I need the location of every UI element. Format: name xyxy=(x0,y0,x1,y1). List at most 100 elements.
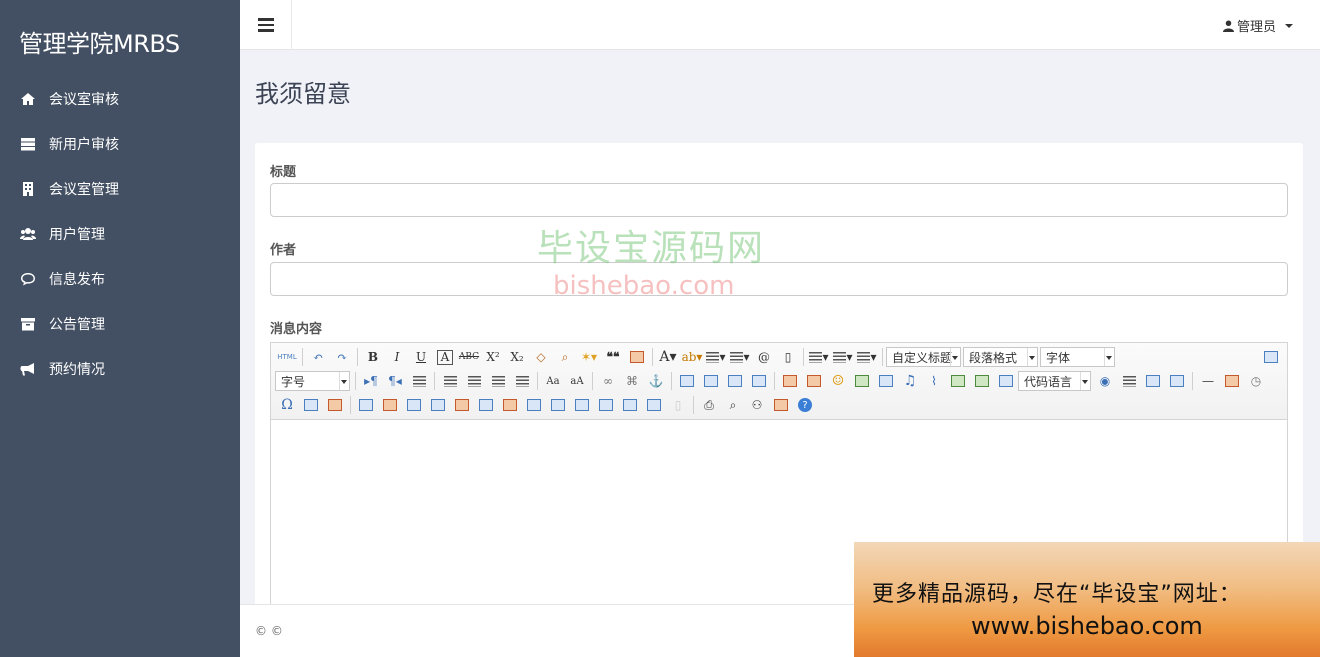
word-paste-icon[interactable] xyxy=(323,395,347,415)
split-to-cells-icon[interactable] xyxy=(594,395,618,415)
ordered-list-icon[interactable]: ▾ xyxy=(704,347,728,367)
underline-icon[interactable]: U xyxy=(409,347,433,367)
date-icon[interactable] xyxy=(1220,371,1244,391)
image-center-icon[interactable] xyxy=(747,371,771,391)
chart-icon[interactable]: ▯ xyxy=(666,395,690,415)
indent-icon[interactable] xyxy=(407,371,431,391)
brand-title[interactable]: 管理学院MRBS xyxy=(0,0,240,76)
insert-image-icon[interactable] xyxy=(802,371,826,391)
sidebar-toggle-button[interactable] xyxy=(240,0,292,50)
background-icon[interactable] xyxy=(1141,371,1165,391)
author-input[interactable] xyxy=(270,262,1288,296)
ltr-icon[interactable]: ▸¶ xyxy=(359,371,383,391)
insert-table-icon[interactable] xyxy=(354,395,378,415)
align-center-icon[interactable] xyxy=(462,371,486,391)
page-break-icon[interactable] xyxy=(1117,371,1141,391)
sidebar-item-room-review[interactable]: 会议室审核 xyxy=(0,76,240,121)
split-to-rows-icon[interactable] xyxy=(618,395,642,415)
preview-icon[interactable]: ⌕ xyxy=(721,395,745,415)
uppercase-icon[interactable]: Aa xyxy=(541,371,565,391)
insert-col-icon[interactable] xyxy=(474,395,498,415)
sidebar-item-publish-info[interactable]: 信息发布 xyxy=(0,256,240,301)
fullscreen-icon[interactable] xyxy=(1259,347,1283,367)
sidebar-item-notice-management[interactable]: 公告管理 xyxy=(0,301,240,346)
select-all-icon[interactable]: @ xyxy=(752,347,776,367)
image-left-icon[interactable] xyxy=(699,371,723,391)
italic-icon[interactable]: I xyxy=(385,347,409,367)
font-color-icon[interactable]: A▾ xyxy=(656,347,680,367)
row-spacing-bottom-icon[interactable]: ▾ xyxy=(831,347,855,367)
anchor-icon[interactable]: ⚓ xyxy=(644,371,668,391)
sidebar-item-new-user-review[interactable]: 新用户审核 xyxy=(0,121,240,166)
split-to-cols-icon[interactable] xyxy=(642,395,666,415)
insert-row-icon[interactable] xyxy=(426,395,450,415)
word-image-icon[interactable] xyxy=(299,395,323,415)
attachment-icon[interactable]: ⌇ xyxy=(922,371,946,391)
font-size-select[interactable]: 字号 xyxy=(275,371,350,391)
delete-table-icon[interactable] xyxy=(378,395,402,415)
paste-plain-icon[interactable] xyxy=(625,347,649,367)
ad-text-line1: 更多精品源码，尽在“毕设宝”网址： xyxy=(872,582,1242,607)
auto-format-icon[interactable]: ✶▾ xyxy=(577,347,601,367)
superscript-icon[interactable]: X² xyxy=(481,347,505,367)
merge-cells-icon[interactable] xyxy=(522,395,546,415)
help-icon[interactable]: ? xyxy=(798,398,812,412)
row-spacing-top-icon[interactable]: ▾ xyxy=(807,347,831,367)
merge-right-icon[interactable] xyxy=(546,395,570,415)
merge-down-icon[interactable] xyxy=(570,395,594,415)
delete-col-icon[interactable] xyxy=(498,395,522,415)
simple-upload-icon[interactable] xyxy=(778,371,802,391)
align-left-icon[interactable] xyxy=(438,371,462,391)
sidebar-item-user-management[interactable]: 用户管理 xyxy=(0,211,240,256)
web-app-icon[interactable]: ◉ xyxy=(1093,371,1117,391)
google-map-icon[interactable] xyxy=(970,371,994,391)
title-input[interactable] xyxy=(270,183,1288,217)
delete-row-icon[interactable] xyxy=(450,395,474,415)
highlight-color-icon[interactable]: ab▾ xyxy=(680,347,704,367)
rtl-icon[interactable]: ¶◂ xyxy=(383,371,407,391)
format-brush-icon[interactable]: ⌕ xyxy=(553,347,577,367)
paragraph-format-select[interactable]: 段落格式 xyxy=(963,347,1038,367)
code-language-select[interactable]: 代码语言 xyxy=(1018,371,1091,391)
redo-icon[interactable]: ↷ xyxy=(330,347,354,367)
ad-banner[interactable]: 更多精品源码，尽在“毕设宝”网址： www.bishebao.com xyxy=(854,542,1320,657)
print-icon[interactable]: ⎙ xyxy=(697,395,721,415)
font-family-select[interactable]: 字体 xyxy=(1040,347,1115,367)
emotion-icon[interactable]: ☺ xyxy=(826,371,850,391)
special-chars-icon[interactable]: Ω xyxy=(275,395,299,415)
toolbar-separator xyxy=(434,372,435,390)
sidebar-item-booking-status[interactable]: 预约情况 xyxy=(0,346,240,391)
drafts-icon[interactable] xyxy=(769,395,793,415)
time-icon[interactable]: ◷ xyxy=(1244,371,1268,391)
undo-icon[interactable]: ↶ xyxy=(306,347,330,367)
unordered-list-icon[interactable]: ▾ xyxy=(728,347,752,367)
search-replace-icon[interactable]: ⚇ xyxy=(745,395,769,415)
strikethrough-icon[interactable]: ABC xyxy=(457,347,481,367)
subscript-icon[interactable]: X₂ xyxy=(505,347,529,367)
custom-heading-select[interactable]: 自定义标题 xyxy=(886,347,961,367)
map-icon[interactable] xyxy=(946,371,970,391)
blockquote-icon[interactable]: ❝❝ xyxy=(601,347,625,367)
scrawl-icon[interactable] xyxy=(850,371,874,391)
html-source-button[interactable]: HTML xyxy=(275,347,299,367)
horizontal-rule-icon[interactable]: — xyxy=(1196,371,1220,391)
eraser-icon[interactable]: ◇ xyxy=(529,347,553,367)
template-icon[interactable] xyxy=(1165,371,1189,391)
clear-doc-icon[interactable]: ▯ xyxy=(776,347,800,367)
music-icon[interactable]: ♫ xyxy=(898,371,922,391)
line-height-icon[interactable]: ▾ xyxy=(855,347,879,367)
align-justify-icon[interactable] xyxy=(510,371,534,391)
unlink-icon[interactable]: ⌘ xyxy=(620,371,644,391)
align-right-icon[interactable] xyxy=(486,371,510,391)
bold-icon[interactable]: B xyxy=(361,347,385,367)
user-menu-dropdown[interactable]: 管理员 xyxy=(1222,16,1293,35)
insert-frame-icon[interactable] xyxy=(994,371,1018,391)
insert-paragraph-before-table-icon[interactable] xyxy=(402,395,426,415)
insert-video-icon[interactable] xyxy=(874,371,898,391)
sidebar-item-room-management[interactable]: 会议室管理 xyxy=(0,166,240,211)
image-right-icon[interactable] xyxy=(723,371,747,391)
lowercase-icon[interactable]: aA xyxy=(565,371,589,391)
image-none-icon[interactable] xyxy=(675,371,699,391)
font-border-icon[interactable]: A xyxy=(437,349,453,365)
link-icon[interactable]: ∞ xyxy=(596,371,620,391)
